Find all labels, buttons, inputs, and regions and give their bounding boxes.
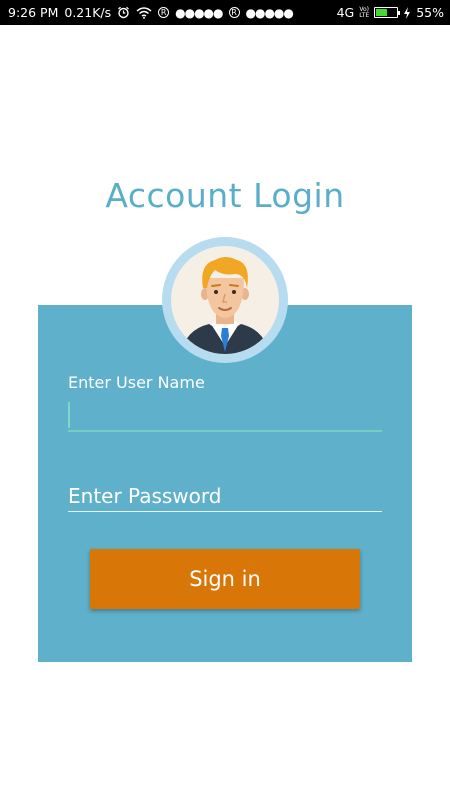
battery-percent: 55% <box>416 5 444 20</box>
username-label: Enter User Name <box>68 373 205 392</box>
username-input[interactable] <box>68 398 382 432</box>
charging-icon <box>403 6 411 19</box>
password-input[interactable] <box>68 481 382 512</box>
network-type: 4G <box>336 5 355 20</box>
signal-strength-sim2: ●●●●● <box>245 5 294 20</box>
network-speed: 0.21K/s <box>64 5 112 20</box>
wifi-icon <box>136 6 152 19</box>
battery-level <box>376 9 388 16</box>
volte-bottom: LTE <box>359 11 370 19</box>
status-bar: 9:26 PM 0.21K/s R ●●●●● R ●●●●● 4G Vo) L… <box>0 0 450 25</box>
status-time: 9:26 PM <box>8 5 59 20</box>
user-avatar-icon <box>162 237 288 363</box>
alarm-clock-icon <box>117 6 130 19</box>
battery-icon <box>374 7 401 18</box>
text-cursor <box>68 402 70 428</box>
signal-strength-sim1: ●●●●● <box>175 5 223 20</box>
registered-icon-2: R <box>228 7 240 18</box>
volte-indicator: Vo) LTE <box>359 6 370 19</box>
registered-icon: R <box>158 7 170 18</box>
sign-in-button[interactable]: Sign in <box>90 549 360 609</box>
page-title: Account Login <box>105 176 345 215</box>
